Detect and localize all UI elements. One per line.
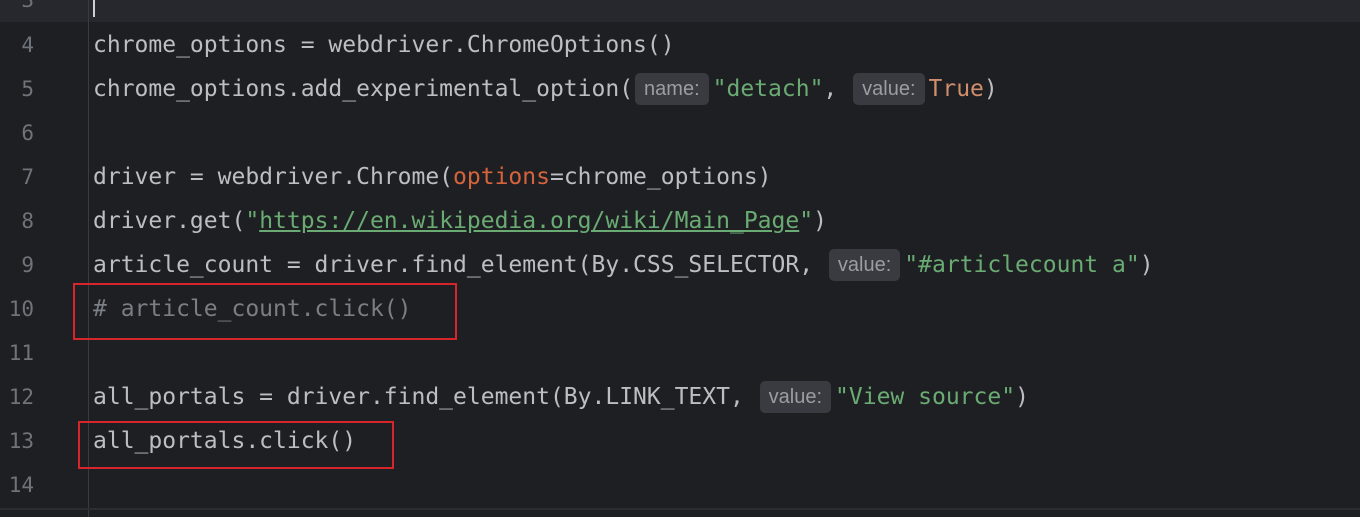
code-token: ) — [813, 208, 827, 234]
code-token: article_count = driver.find_element(By.C… — [93, 252, 827, 278]
code-token: ) — [1015, 384, 1029, 410]
code-token: chrome_options.add_experimental_option( — [93, 76, 634, 102]
string-literal: "#articlecount a" — [904, 252, 1140, 278]
code-token: chrome_options = webdriver.ChromeOptions… — [93, 32, 675, 58]
parameter-hint: value: — [759, 381, 832, 413]
code-line[interactable]: 4 chrome_options = webdriver.ChromeOptio… — [0, 23, 1360, 67]
code-token: all_portals = driver.find_element(By.LIN… — [93, 384, 758, 410]
line-number: 4 — [21, 33, 34, 57]
named-argument: options — [453, 164, 550, 190]
code-line[interactable]: 14 — [0, 463, 1360, 507]
code-text[interactable]: driver.get(" https://en.wikipedia.org/wik… — [93, 208, 827, 234]
code-text[interactable]: chrome_options.add_experimental_option(n… — [93, 73, 998, 105]
code-text[interactable]: all_portals = driver.find_element(By.LIN… — [93, 381, 1029, 413]
code-line[interactable]: 12 all_portals = driver.find_element(By.… — [0, 375, 1360, 419]
line-number: 13 — [8, 429, 34, 453]
line-number: 5 — [21, 77, 34, 101]
line-number: 12 — [8, 385, 34, 409]
code-line[interactable]: 7 driver = webdriver.Chrome(options =chro… — [0, 155, 1360, 199]
highlight-box-comment — [73, 283, 457, 340]
code-token: ) — [1139, 252, 1154, 278]
line-number: 8 — [21, 209, 34, 233]
string-literal: "detach" — [712, 76, 824, 102]
code-line[interactable]: 8 driver.get(" https://en.wikipedia.org/w… — [0, 199, 1360, 243]
code-line[interactable]: 9 article_count = driver.find_element(By… — [0, 243, 1360, 287]
line-number: 6 — [21, 121, 34, 145]
parameter-hint: value: — [828, 249, 901, 281]
code-editor[interactable]: 3 4 chrome_options = webdriver.ChromeOpt… — [0, 0, 1360, 517]
code-line[interactable]: 3 — [0, 0, 1360, 22]
keyword-literal: True — [928, 76, 984, 102]
line-number: 7 — [21, 165, 34, 189]
parameter-hint: value: — [853, 73, 925, 105]
line-number: 3 — [21, 0, 34, 12]
code-token: , — [823, 76, 852, 102]
code-token: driver.get( — [93, 208, 246, 234]
code-token: =chrome_options) — [549, 164, 772, 190]
editor-bottom-border — [0, 508, 1360, 510]
line-number: 10 — [8, 297, 34, 321]
line-number: 11 — [8, 341, 34, 365]
code-line[interactable]: 5 chrome_options.add_experimental_option… — [0, 67, 1360, 111]
string-quote: " — [245, 208, 260, 234]
string-literal: "View source" — [835, 384, 1016, 410]
highlight-box-click-call — [78, 421, 394, 469]
string-quote: " — [799, 208, 814, 234]
line-number: 14 — [8, 473, 34, 497]
code-text[interactable]: article_count = driver.find_element(By.C… — [93, 249, 1154, 281]
line-number: 9 — [21, 253, 34, 277]
parameter-hint: name: — [635, 73, 709, 105]
url-link[interactable]: https://en.wikipedia.org/wiki/Main_Page — [259, 208, 799, 234]
code-token: ) — [983, 76, 998, 102]
code-token: driver = webdriver.Chrome( — [93, 164, 454, 190]
code-text[interactable]: chrome_options = webdriver.ChromeOptions… — [93, 32, 675, 58]
code-text[interactable]: driver = webdriver.Chrome(options =chrome… — [93, 164, 772, 190]
code-line[interactable]: 6 — [0, 111, 1360, 155]
